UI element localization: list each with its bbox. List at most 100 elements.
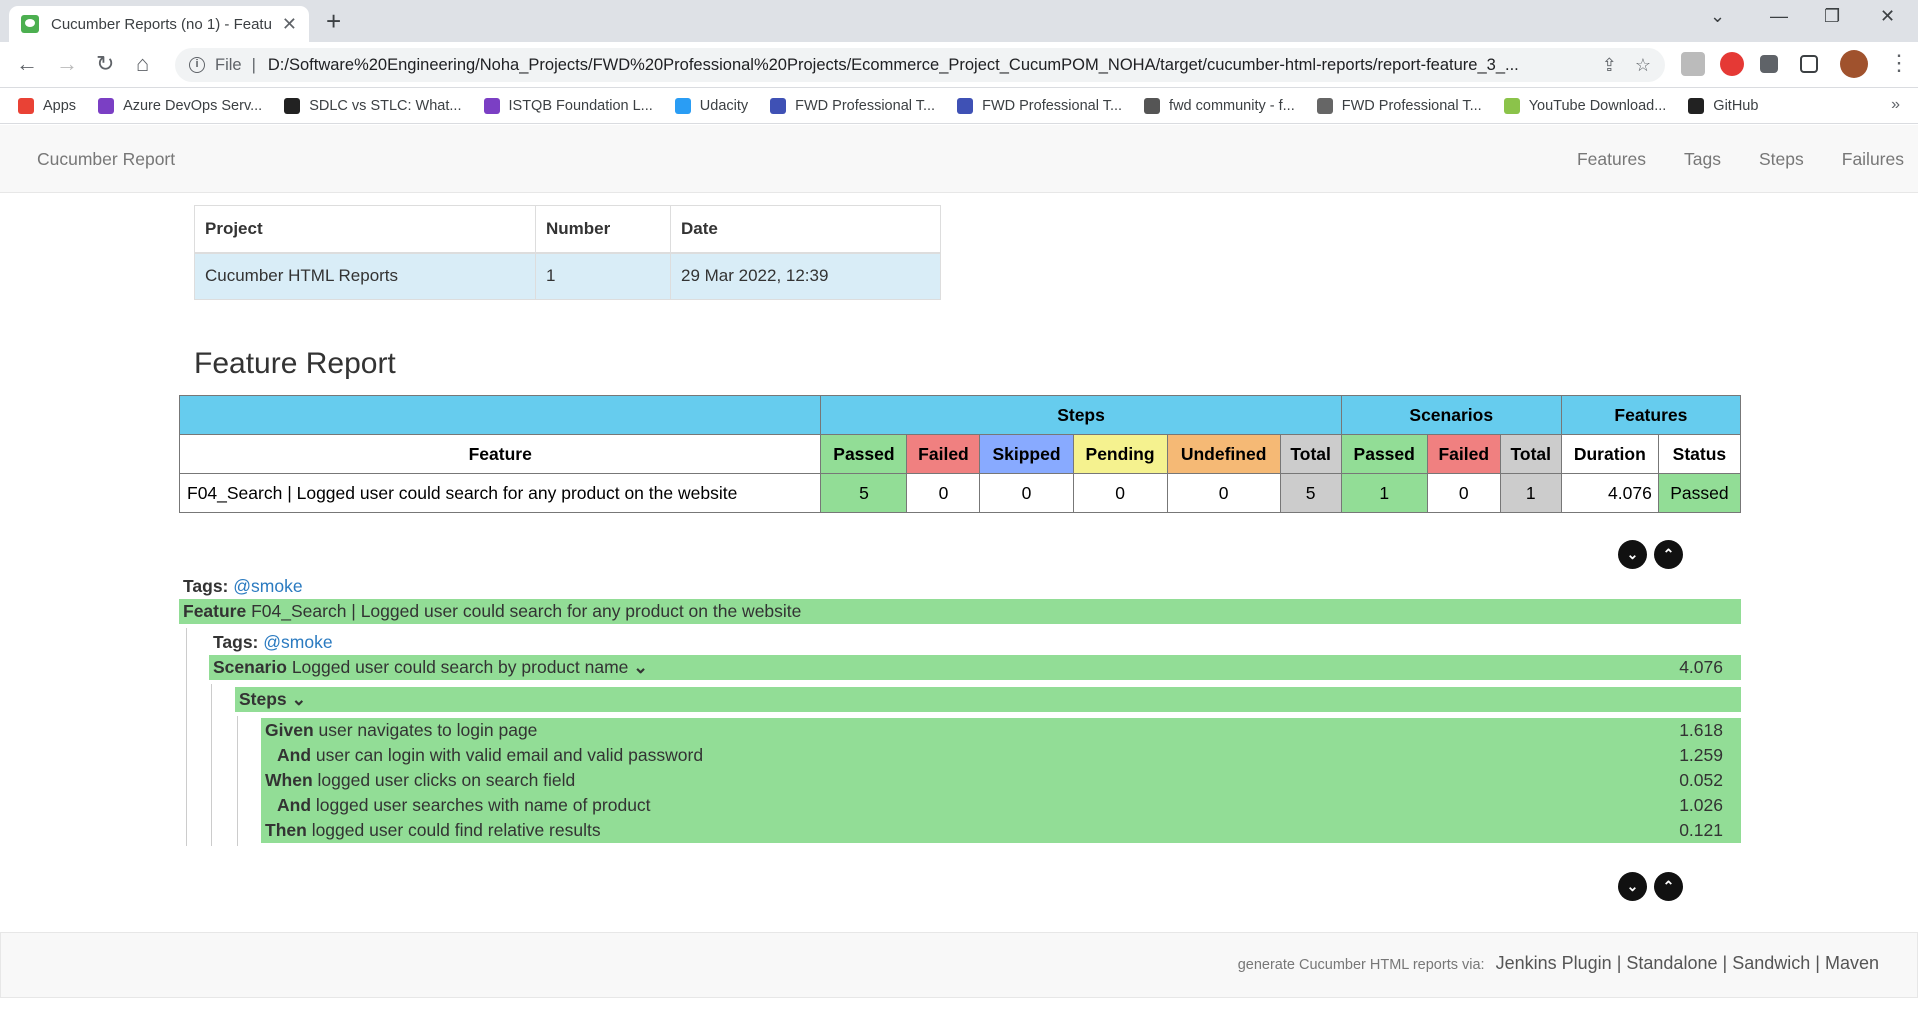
bookmark-icon [483, 97, 500, 114]
col-feature[interactable]: Feature [178, 434, 822, 474]
expand-all-icon[interactable]: ⌄ [1618, 540, 1647, 569]
table-row: Cucumber HTML Reports 1 29 Mar 2022, 12:… [194, 252, 941, 300]
forward-icon[interactable]: → [56, 53, 78, 75]
bookmark-item[interactable]: SDLC vs STLC: What... [284, 97, 462, 114]
steps-total-value: 5 [1279, 473, 1342, 513]
steps-list: Given user navigates to login page 1.618 A… [261, 718, 1741, 843]
collapse-all-icon[interactable]: ⌃ [1654, 872, 1683, 901]
expand-all-icon[interactable]: ⌄ [1618, 872, 1647, 901]
tab-search-icon[interactable]: ⌄ [1710, 6, 1725, 27]
col-steps-undefined[interactable]: Undefined [1166, 434, 1281, 474]
step-row: And user can login with valid email and … [261, 743, 1741, 768]
col-duration[interactable]: Duration [1560, 434, 1659, 474]
bookmark-icon [957, 97, 974, 114]
footer-link-maven[interactable]: Maven [1825, 953, 1879, 973]
step-keyword: And [277, 795, 312, 815]
footer-separator: | [1616, 953, 1622, 973]
more-bookmarks-icon[interactable]: » [1891, 96, 1900, 114]
feature-tags: Tags: @smoke [183, 576, 303, 597]
bookmark-item[interactable]: Udacity [674, 97, 749, 114]
bookmark-item[interactable]: YouTube Download... [1503, 97, 1666, 114]
close-tab-icon[interactable]: ✕ [282, 14, 297, 35]
navbar-brand[interactable]: Cucumber Report [37, 149, 175, 170]
pdf-extension-icon[interactable] [1681, 52, 1705, 76]
date-header: Date [670, 205, 941, 254]
bookmarks-bar: Apps Azure DevOps Serv... SDLC vs STLC: Wh… [0, 88, 1918, 124]
col-steps-pending[interactable]: Pending [1072, 434, 1168, 474]
nav-link-steps[interactable]: Steps [1759, 149, 1804, 170]
col-steps-passed[interactable]: Passed [820, 434, 908, 474]
feature-name-link[interactable]: F04_Search | Logged user could search fo… [178, 473, 822, 513]
bookmark-label: FWD Professional T... [982, 97, 1123, 114]
step-text: logged user searches with name of produc… [315, 795, 651, 815]
feature-name: F04_Search | Logged user could search fo… [251, 601, 802, 621]
bookmark-item[interactable]: Azure DevOps Serv... [98, 97, 262, 114]
share-icon[interactable]: ⇪ [1602, 55, 1617, 76]
url-field[interactable]: i File | D:/Software%20Engineering/Noha_… [175, 48, 1665, 82]
bookmark-label: Udacity [699, 97, 749, 114]
col-status[interactable]: Status [1657, 434, 1742, 474]
extensions-puzzle-icon[interactable] [1760, 55, 1778, 73]
scenario-name: Logged user could search by product name [291, 657, 629, 677]
bookmark-item[interactable]: FWD Professional T... [957, 97, 1123, 114]
feature-stats-table: Steps Scenarios Features Feature Passed … [178, 395, 1742, 513]
bookmark-label: SDLC vs STLC: What... [309, 97, 462, 114]
bookmark-item[interactable]: GitHub [1688, 97, 1758, 114]
restore-icon[interactable]: ❐ [1824, 6, 1840, 27]
step-duration: 1.259 [1679, 745, 1723, 765]
chevron-down-icon[interactable]: ⌄ [633, 657, 648, 677]
profile-avatar[interactable] [1840, 50, 1868, 78]
number-header: Number [535, 205, 671, 254]
side-panel-icon[interactable] [1800, 55, 1818, 73]
col-scenarios-total[interactable]: Total [1499, 434, 1562, 474]
footer-text: generate Cucumber HTML reports via: Jenk… [1238, 953, 1879, 974]
site-info-icon[interactable]: i [189, 57, 205, 73]
step-text: user can login with valid email and vali… [315, 745, 704, 765]
bookmark-item[interactable]: Apps [18, 97, 77, 114]
browser-menu-icon[interactable]: ⋮ [1888, 52, 1910, 74]
tag-link[interactable]: @smoke [233, 576, 302, 596]
col-scenarios-passed[interactable]: Passed [1340, 434, 1428, 474]
footer-link-jenkins[interactable]: Jenkins Plugin [1496, 953, 1612, 973]
feature-indent-line [186, 628, 187, 846]
nav-link-failures[interactable]: Failures [1842, 149, 1904, 170]
col-steps-failed[interactable]: Failed [906, 434, 981, 474]
browser-tab[interactable]: Cucumber Reports (no 1) - Featu ✕ [9, 6, 309, 42]
table-row: F04_Search | Logged user could search fo… [178, 473, 1742, 513]
scenario-indent-line [211, 684, 212, 846]
tag-link[interactable]: @smoke [263, 632, 332, 652]
collapse-all-icon[interactable]: ⌃ [1654, 540, 1683, 569]
bookmark-label: Apps [43, 97, 77, 114]
col-steps-skipped[interactable]: Skipped [979, 434, 1074, 474]
chevron-down-icon[interactable]: ⌄ [292, 689, 307, 709]
footer-link-standalone[interactable]: Standalone [1626, 953, 1717, 973]
bookmark-item[interactable]: ISTQB Foundation L... [483, 97, 653, 114]
scenario-bar[interactable]: Scenario Logged user could search by pro… [209, 655, 1741, 680]
bookmark-star-icon[interactable]: ☆ [1635, 55, 1651, 76]
bookmark-item[interactable]: FWD Professional T... [1316, 97, 1482, 114]
bookmark-item[interactable]: fwd community - f... [1144, 97, 1295, 114]
scenarios-failed-value: 0 [1426, 473, 1501, 513]
footer-prefix: generate Cucumber HTML reports via: [1237, 957, 1485, 973]
status-badge: Passed [1657, 473, 1742, 513]
steps-toggle-bar[interactable]: Steps ⌄ [235, 687, 1741, 712]
bookmark-item[interactable]: FWD Professional T... [770, 97, 935, 114]
back-icon[interactable]: ← [16, 53, 38, 75]
col-scenarios-failed[interactable]: Failed [1426, 434, 1501, 474]
home-icon[interactable]: ⌂ [136, 53, 149, 75]
steps-undefined-value: 0 [1166, 473, 1281, 513]
feature-bar[interactable]: Feature F04_Search | Logged user could s… [179, 599, 1741, 624]
close-window-icon[interactable]: ✕ [1880, 6, 1895, 27]
address-bar-row: ← → ↻ ⌂ i File | D:/Software%20Engineeri… [0, 42, 1918, 88]
nav-link-features[interactable]: Features [1577, 149, 1646, 170]
step-duration: 0.121 [1679, 820, 1723, 840]
adblock-extension-icon[interactable] [1720, 52, 1744, 76]
footer-link-sandwich[interactable]: Sandwich [1732, 953, 1810, 973]
nav-link-tags[interactable]: Tags [1684, 149, 1721, 170]
col-steps-total[interactable]: Total [1279, 434, 1342, 474]
bookmark-icon [284, 97, 301, 114]
reload-icon[interactable]: ↻ [96, 53, 114, 75]
new-tab-icon[interactable]: + [326, 8, 341, 34]
project-name: Cucumber HTML Reports [194, 252, 536, 300]
minimize-icon[interactable]: — [1770, 6, 1788, 27]
